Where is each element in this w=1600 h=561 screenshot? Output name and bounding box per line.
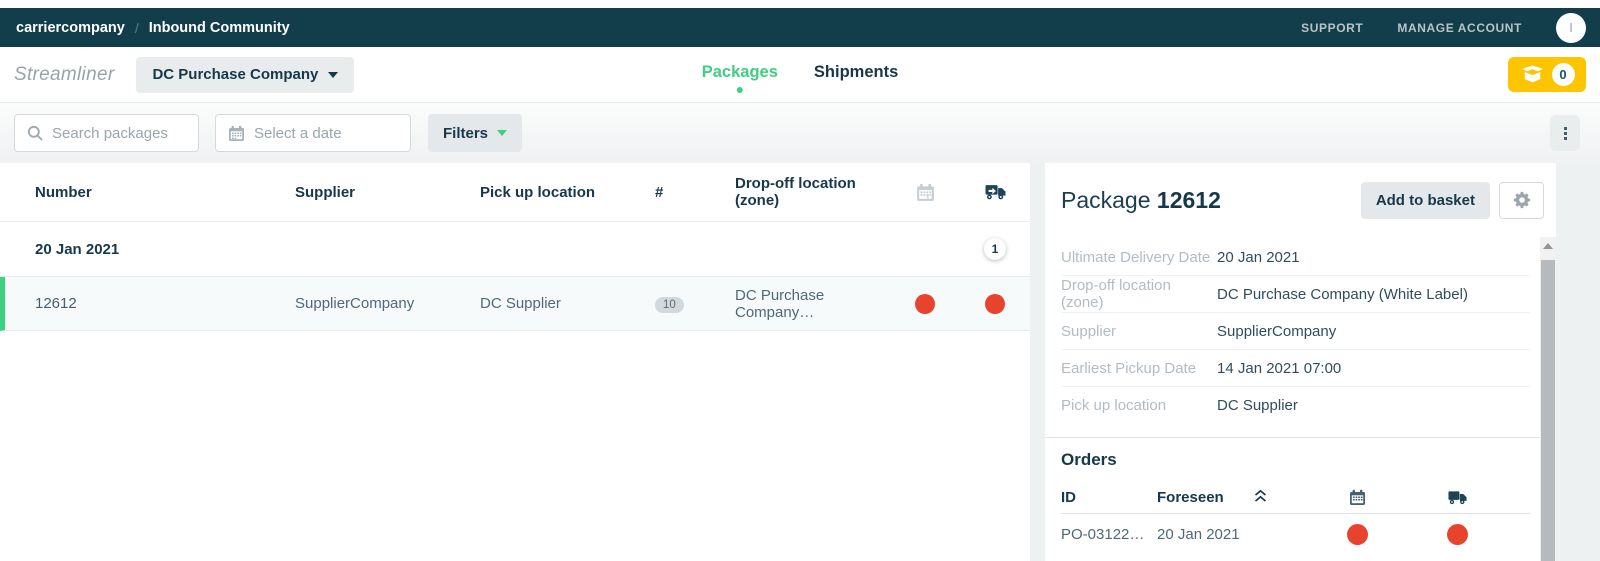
add-to-basket-button[interactable]: Add to basket [1360, 181, 1490, 219]
group-count-badge: 1 [984, 238, 1006, 260]
breadcrumb-separator: / [134, 19, 139, 36]
search-input[interactable] [52, 124, 186, 142]
tab-packages-label: Packages [701, 63, 778, 81]
order-calendar-status-dot[interactable] [1346, 523, 1368, 545]
order-foreseen: 20 Jan 2021 [1157, 525, 1240, 543]
orders-section: Orders ID Foreseen PO-03122… 20 Jan 2021 [1045, 437, 1556, 554]
toolbar: Filters [0, 103, 1600, 163]
breadcrumb: carriercompany / Inbound Community [16, 20, 290, 36]
detail-title: Package 12612 [1061, 187, 1361, 214]
group-date: 20 Jan 2021 [35, 240, 120, 258]
calendar-icon [228, 125, 245, 142]
orders-calendar-column-icon [1349, 489, 1366, 506]
chevron-down-icon [328, 71, 339, 78]
orders-col-id: ID [1061, 489, 1076, 506]
chevron-down-icon [497, 130, 508, 136]
field-label: Supplier [1061, 322, 1117, 340]
company-selector[interactable]: DC Purchase Company [136, 56, 355, 93]
search-icon [27, 125, 43, 141]
active-tab-dot [736, 87, 743, 93]
date-box [215, 114, 411, 152]
detail-header: Package 12612 Add to basket [1045, 163, 1556, 237]
support-link[interactable]: SUPPORT [1301, 21, 1363, 35]
cell-supplier: SupplierCompany [295, 295, 415, 312]
basket-count-badge: 0 [1551, 63, 1575, 86]
field-label: Drop-off location (zone) [1061, 277, 1171, 311]
col-supplier: Supplier [295, 183, 356, 201]
cell-number: 12612 [35, 295, 77, 312]
tab-shipments-label: Shipments [813, 63, 899, 81]
field-value: 14 Jan 2021 07:00 [1217, 359, 1342, 377]
detail-title-prefix: Package [1061, 186, 1151, 213]
order-row[interactable]: PO-03122… 20 Jan 2021 [1061, 514, 1530, 554]
calendar-column-icon [916, 183, 935, 202]
field-row: Drop-off location (zone) DC Purchase Com… [1061, 276, 1530, 313]
gear-icon [1513, 191, 1531, 209]
page: carriercompany / Inbound Community SUPPO… [0, 0, 1600, 561]
app-logo: Streamliner [14, 63, 115, 85]
field-value: DC Supplier [1217, 397, 1298, 414]
inactive-tab-dot [853, 87, 859, 93]
avatar[interactable]: I [1556, 12, 1586, 43]
col-count: # [655, 183, 664, 201]
detail-scrollbar[interactable] [1540, 237, 1556, 561]
sort-chevrons-icon[interactable] [1253, 489, 1268, 507]
basket-icon [1520, 65, 1545, 84]
order-count-pill: 10 [655, 296, 684, 313]
kebab-menu-button[interactable] [1550, 115, 1580, 151]
filters-button[interactable]: Filters [428, 114, 523, 152]
top-strip [0, 0, 1600, 8]
manage-account-link[interactable]: MANAGE ACCOUNT [1397, 21, 1522, 35]
col-pickup: Pick up location [480, 183, 596, 201]
field-label: Earliest Pickup Date [1061, 359, 1197, 377]
field-row: Earliest Pickup Date 14 Jan 2021 07:00 [1061, 350, 1530, 387]
col-number: Number [35, 183, 92, 201]
field-row: Pick up location DC Supplier [1061, 387, 1530, 424]
package-detail-panel: Package 12612 Add to basket Ultimate Del… [1045, 163, 1556, 561]
filters-label: Filters [443, 124, 489, 142]
field-value: 20 Jan 2021 [1217, 248, 1300, 266]
search-box [14, 114, 199, 152]
cell-dropoff: DC Purchase Company… [735, 286, 825, 321]
calendar-status-dot[interactable] [915, 293, 935, 314]
field-value: SupplierCompany [1217, 322, 1337, 340]
field-row: Ultimate Delivery Date 20 Jan 2021 [1061, 239, 1530, 276]
date-input[interactable] [254, 124, 398, 142]
tab-packages[interactable]: Packages [702, 57, 778, 93]
app-header: Streamliner DC Purchase Company Packages… [0, 47, 1600, 103]
order-transport-status-dot[interactable] [1446, 523, 1468, 545]
table-row[interactable]: 12612 SupplierCompany DC Supplier 10 DC … [0, 277, 1030, 331]
order-id: PO-03122… [1061, 525, 1145, 543]
field-value: DC Purchase Company (White Label) [1217, 285, 1468, 303]
basket-button[interactable]: 0 [1508, 57, 1586, 92]
company-selector-label: DC Purchase Company [152, 66, 319, 83]
col-dropoff: Drop-off location (zone) [735, 175, 856, 209]
scrollbar-thumb[interactable] [1541, 260, 1555, 561]
field-label: Pick up location [1061, 397, 1167, 414]
brand-name[interactable]: carriercompany [16, 20, 125, 36]
main-tabs: Packages Shipments [702, 47, 898, 103]
tab-shipments[interactable]: Shipments [814, 57, 898, 93]
orders-truck-column-icon [1447, 490, 1467, 505]
navbar-actions: SUPPORT MANAGE ACCOUNT I [1301, 12, 1586, 43]
settings-button[interactable] [1499, 181, 1544, 219]
breadcrumb-section[interactable]: Inbound Community [149, 20, 290, 36]
transport-status-dot[interactable] [985, 293, 1005, 314]
top-navbar: carriercompany / Inbound Community SUPPO… [0, 8, 1600, 47]
scroll-up-arrow-icon[interactable] [1543, 243, 1553, 249]
packages-table: Number Supplier Pick up location # Drop-… [0, 163, 1030, 561]
orders-col-foreseen: Foreseen [1157, 489, 1224, 506]
field-row: Supplier SupplierCompany [1061, 313, 1530, 350]
avatar-initial: I [1569, 20, 1573, 35]
content: Number Supplier Pick up location # Drop-… [0, 163, 1600, 561]
table-group-row[interactable]: 20 Jan 2021 1 [0, 222, 1030, 277]
packages-table-header: Number Supplier Pick up location # Drop-… [0, 163, 1030, 222]
detail-fields: Ultimate Delivery Date 20 Jan 2021 Drop-… [1045, 237, 1556, 424]
detail-title-number: 12612 [1156, 186, 1221, 213]
orders-table-header: ID Foreseen [1061, 482, 1530, 514]
orders-heading: Orders [1061, 450, 1117, 469]
truck-column-icon [985, 184, 1006, 200]
cell-pickup: DC Supplier [480, 295, 561, 312]
field-label: Ultimate Delivery Date [1061, 248, 1211, 266]
